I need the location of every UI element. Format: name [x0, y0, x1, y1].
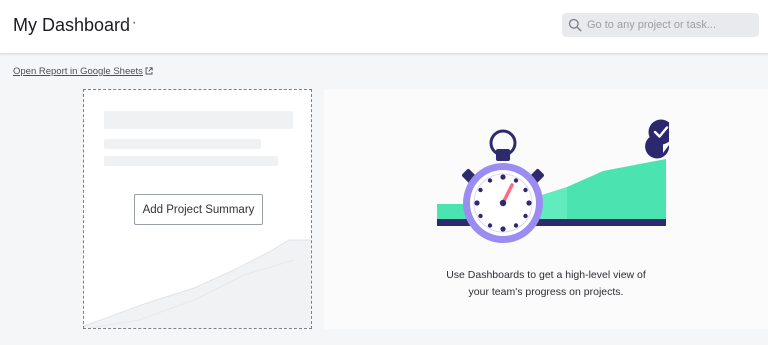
dashboard-info-card: Use Dashboards to get a high-level view …	[324, 89, 768, 329]
ellipsis-icon[interactable]: ···	[119, 14, 138, 32]
search-box[interactable]	[562, 13, 759, 37]
stopwatch-icon	[462, 129, 544, 243]
add-project-summary-button[interactable]: Add Project Summary	[134, 194, 263, 225]
project-summary-placeholder: Add Project Summary	[83, 89, 312, 329]
search-input[interactable]	[587, 16, 753, 34]
description-line-2: your team's progress on projects.	[468, 286, 624, 298]
skeleton-line	[104, 156, 278, 166]
external-link-icon	[145, 67, 153, 75]
checkmark-badge-icon	[645, 119, 669, 159]
description-line-1: Use Dashboards to get a high-level view …	[446, 269, 646, 281]
placeholder-chart-graphic	[84, 239, 311, 328]
stopwatch-progress-illustration	[437, 119, 669, 243]
page-title: My Dashboard	[13, 15, 131, 35]
open-report-link[interactable]: Open Report in Google Sheets	[13, 66, 153, 77]
skeleton-line	[104, 139, 261, 149]
search-icon	[568, 18, 582, 32]
top-bar: My Dashboard ···	[0, 0, 768, 54]
dashboard-description: Use Dashboards to get a high-level view …	[324, 267, 768, 301]
skeleton-title	[104, 111, 293, 129]
open-report-label: Open Report in Google Sheets	[13, 66, 143, 77]
